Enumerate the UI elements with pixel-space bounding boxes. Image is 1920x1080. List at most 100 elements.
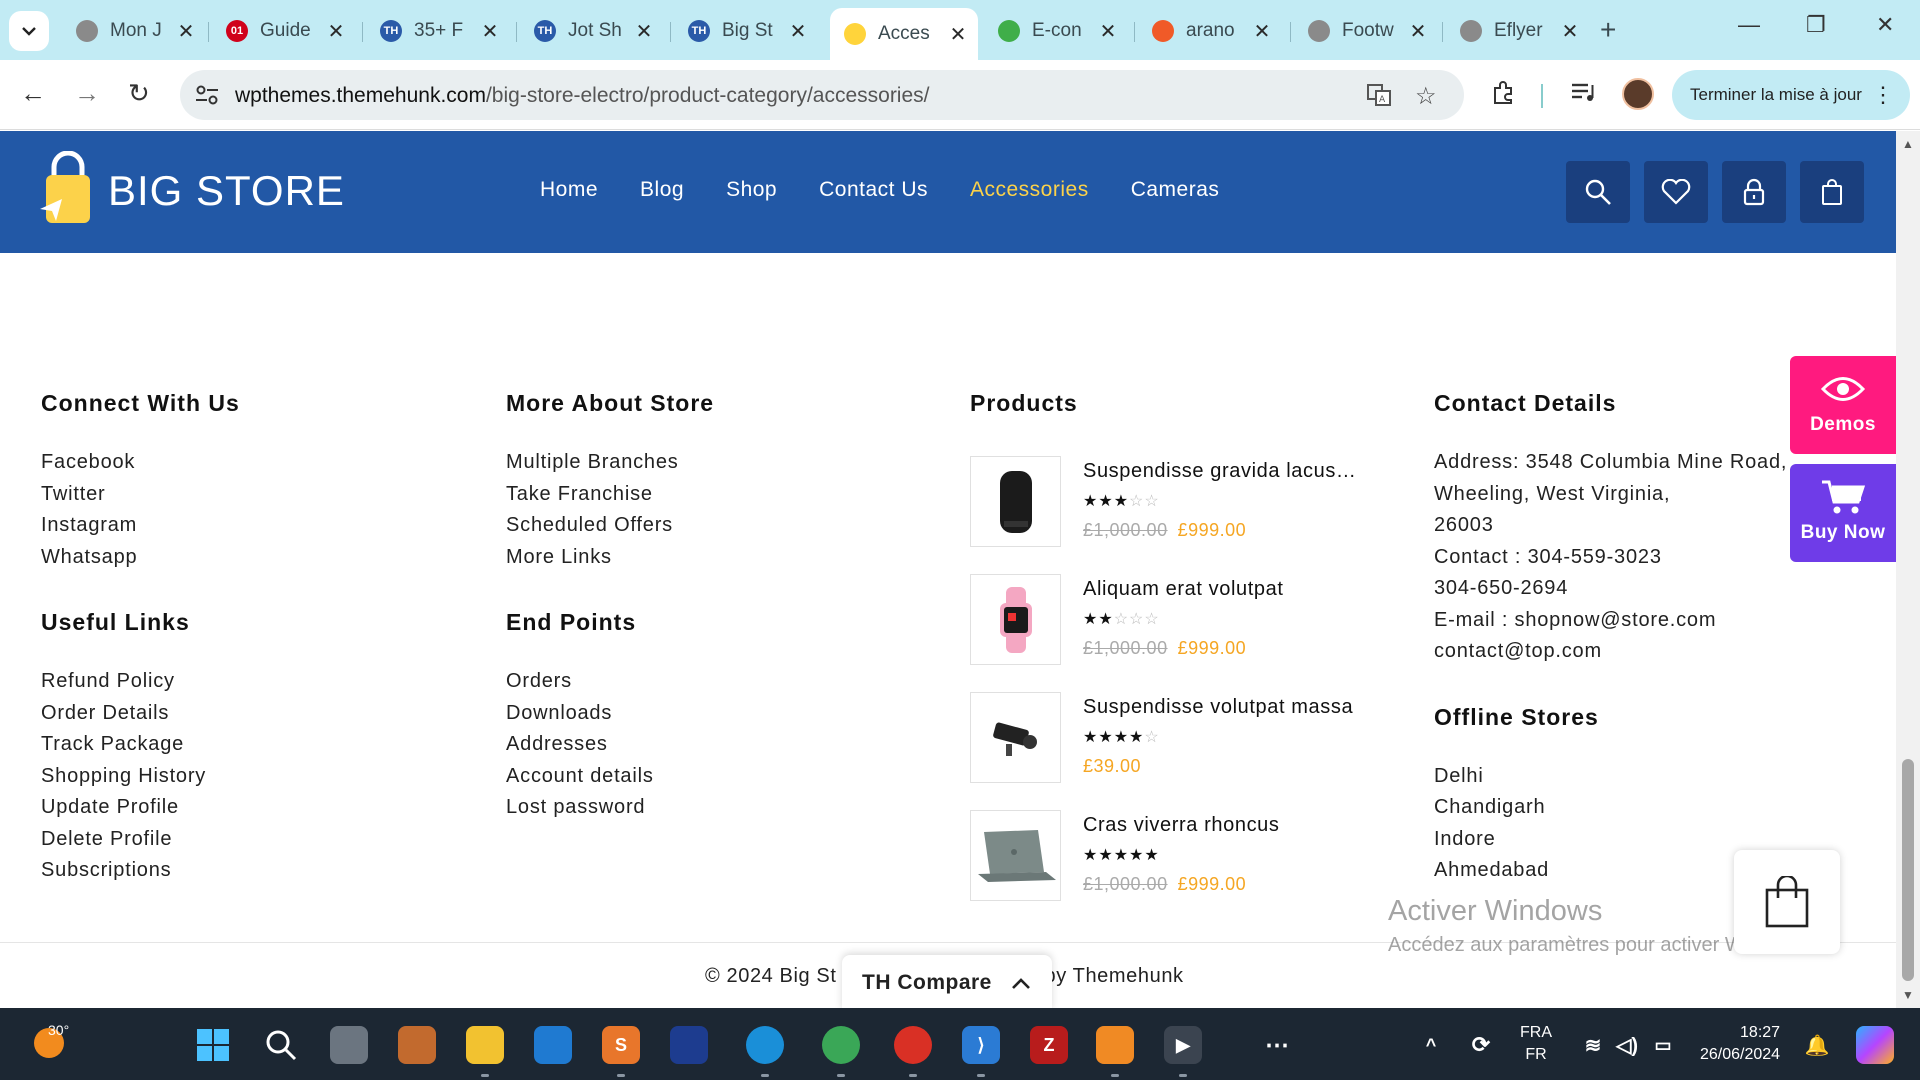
footer-link[interactable]: Indore	[1434, 824, 1787, 856]
nav-link-contact-us[interactable]: Contact Us	[819, 178, 928, 202]
footer-link[interactable]: Chandigarh	[1434, 792, 1787, 824]
edge-browser-icon[interactable]	[746, 1026, 784, 1064]
footer-link[interactable]: Delete Profile	[41, 824, 240, 856]
weather-widget[interactable]: 30°	[34, 1022, 69, 1058]
tab-close-icon[interactable]: ✕	[326, 19, 346, 44]
footer-link[interactable]: Facebook	[41, 447, 240, 479]
smartwatch-image[interactable]	[970, 574, 1061, 665]
update-browser-button[interactable]: Terminer la mise à jour ⋮	[1672, 70, 1910, 120]
start-button[interactable]	[194, 1026, 232, 1064]
wifi-icon[interactable]: ≋	[1574, 1026, 1612, 1064]
product-name[interactable]: Suspendisse volutpat massa	[1083, 696, 1353, 719]
browser-tab[interactable]: TH 35+ F ✕	[366, 10, 510, 52]
buy-now-button[interactable]: Buy Now	[1790, 464, 1896, 562]
tab-close-icon[interactable]: ✕	[1098, 19, 1118, 44]
product-item[interactable]: Aliquam erat volutpat ★★☆☆☆ £1,000.00 £999.…	[970, 574, 1370, 666]
th-compare-toggle[interactable]: TH Compare	[842, 955, 1052, 1011]
footer-link[interactable]: Update Profile	[41, 792, 240, 824]
extensions-icon[interactable]	[1490, 80, 1516, 113]
product-item[interactable]: Cras viverra rhoncus ★★★★★ £1,000.00 £999.0…	[970, 810, 1370, 902]
tab-close-icon[interactable]: ✕	[1408, 19, 1428, 44]
footer-link[interactable]: Refund Policy	[41, 666, 240, 698]
speaker-image[interactable]	[970, 456, 1061, 547]
battery-icon[interactable]: ▭	[1644, 1026, 1682, 1064]
nav-link-shop[interactable]: Shop	[726, 178, 777, 202]
tab-close-icon[interactable]: ✕	[1252, 19, 1272, 44]
media-control-icon[interactable]	[1570, 80, 1596, 111]
browser-tab[interactable]: Footw ✕	[1294, 10, 1438, 52]
nav-link-blog[interactable]: Blog	[640, 178, 684, 202]
paint-app-icon[interactable]	[398, 1026, 436, 1064]
browser-tab[interactable]: Eflyer ✕	[1446, 10, 1590, 52]
bookmark-star-icon[interactable]: ☆	[1415, 82, 1437, 111]
product-name[interactable]: Cras viverra rhoncus	[1083, 814, 1280, 837]
chrome-profile-2-icon[interactable]	[894, 1026, 932, 1064]
footer-link[interactable]: Multiple Branches	[506, 447, 714, 479]
task-view-icon[interactable]	[330, 1026, 368, 1064]
browser-tab[interactable]: TH Big St ✕	[674, 10, 818, 52]
search-button[interactable]	[1566, 161, 1630, 223]
tab-search-button[interactable]	[9, 11, 49, 51]
mail-app-icon[interactable]	[534, 1026, 572, 1064]
browser-tab[interactable]: TH Jot Sh ✕	[520, 10, 664, 52]
footer-link[interactable]: Order Details	[41, 698, 240, 730]
new-tab-button[interactable]: +	[1600, 14, 1616, 46]
floating-cart-button[interactable]	[1734, 850, 1840, 954]
profile-avatar[interactable]	[1622, 78, 1654, 110]
footer-link[interactable]: Scheduled Offers	[506, 510, 714, 542]
sync-icon[interactable]: ⟳	[1462, 1026, 1500, 1064]
account-button[interactable]	[1722, 161, 1786, 223]
tab-close-icon[interactable]: ✕	[634, 19, 654, 44]
product-item[interactable]: Suspendisse volutpat massa ★★★★☆ £39.00	[970, 692, 1370, 784]
scroll-down-arrow-icon[interactable]: ▼	[1902, 988, 1914, 1002]
footer-link[interactable]: Lost password	[506, 792, 714, 824]
browser-tab[interactable]: E-con ✕	[984, 10, 1128, 52]
nav-link-home[interactable]: Home	[540, 178, 598, 202]
tab-close-icon[interactable]: ✕	[948, 22, 968, 47]
taskbar-search-button[interactable]	[262, 1026, 300, 1064]
browser-tab[interactable]: Mon J ✕	[62, 10, 206, 52]
tab-close-icon[interactable]: ✕	[480, 19, 500, 44]
restore-button[interactable]: ❐	[1806, 12, 1826, 38]
wishlist-button[interactable]	[1644, 161, 1708, 223]
volume-icon[interactable]: ◁)	[1608, 1026, 1646, 1064]
system-clock[interactable]: 18:27 26/06/2024	[1700, 1022, 1780, 1066]
grid-app-icon[interactable]	[670, 1026, 708, 1064]
address-bar[interactable]: wpthemes.themehunk.com/big-store-electro…	[180, 70, 1464, 120]
footer-link[interactable]: Addresses	[506, 729, 714, 761]
reload-button[interactable]: ↻	[128, 78, 150, 109]
more-apps-icon[interactable]: ⋯	[1258, 1026, 1296, 1064]
sublime-text-icon[interactable]: S	[602, 1026, 640, 1064]
notifications-icon[interactable]: 🔔	[1798, 1026, 1836, 1064]
security-camera-image[interactable]	[970, 692, 1061, 783]
footer-link[interactable]: Downloads	[506, 698, 714, 730]
pdf-app-icon[interactable]	[1096, 1026, 1134, 1064]
copilot-icon[interactable]	[1856, 1026, 1894, 1064]
scrollbar-thumb[interactable]	[1902, 759, 1914, 981]
tab-close-icon[interactable]: ✕	[1560, 19, 1580, 44]
footer-link[interactable]: Whatsapp	[41, 542, 240, 574]
product-name[interactable]: Suspendisse gravida lacus…	[1083, 460, 1357, 483]
more-menu-icon[interactable]: ⋮	[1872, 82, 1894, 108]
product-item[interactable]: Suspendisse gravida lacus… ★★★☆☆ £1,000.00…	[970, 456, 1370, 548]
chrome-media-icon[interactable]: ▶	[1164, 1026, 1202, 1064]
footer-link[interactable]: Take Franchise	[506, 479, 714, 511]
footer-link[interactable]: More Links	[506, 542, 714, 574]
footer-link[interactable]: Orders	[506, 666, 714, 698]
chrome-profile-1-icon[interactable]	[822, 1026, 860, 1064]
back-button[interactable]: ←	[20, 78, 46, 109]
laptop-image[interactable]	[970, 810, 1061, 901]
cart-button[interactable]	[1800, 161, 1864, 223]
nav-link-cameras[interactable]: Cameras	[1131, 178, 1220, 202]
footer-link[interactable]: Subscriptions	[41, 855, 240, 887]
file-explorer-icon[interactable]	[466, 1026, 504, 1064]
tray-overflow-chevron-icon[interactable]: ^	[1412, 1026, 1450, 1064]
footer-link[interactable]: Account details	[506, 761, 714, 793]
translate-icon[interactable]: A	[1366, 82, 1392, 115]
browser-tab[interactable]: Acces ✕	[830, 8, 978, 60]
language-indicator[interactable]: FRA FR	[1520, 1022, 1552, 1066]
demos-button[interactable]: Demos	[1790, 356, 1896, 454]
tab-close-icon[interactable]: ✕	[176, 19, 196, 44]
minimize-button[interactable]: —	[1738, 12, 1760, 38]
nav-link-accessories[interactable]: Accessories	[970, 178, 1089, 202]
